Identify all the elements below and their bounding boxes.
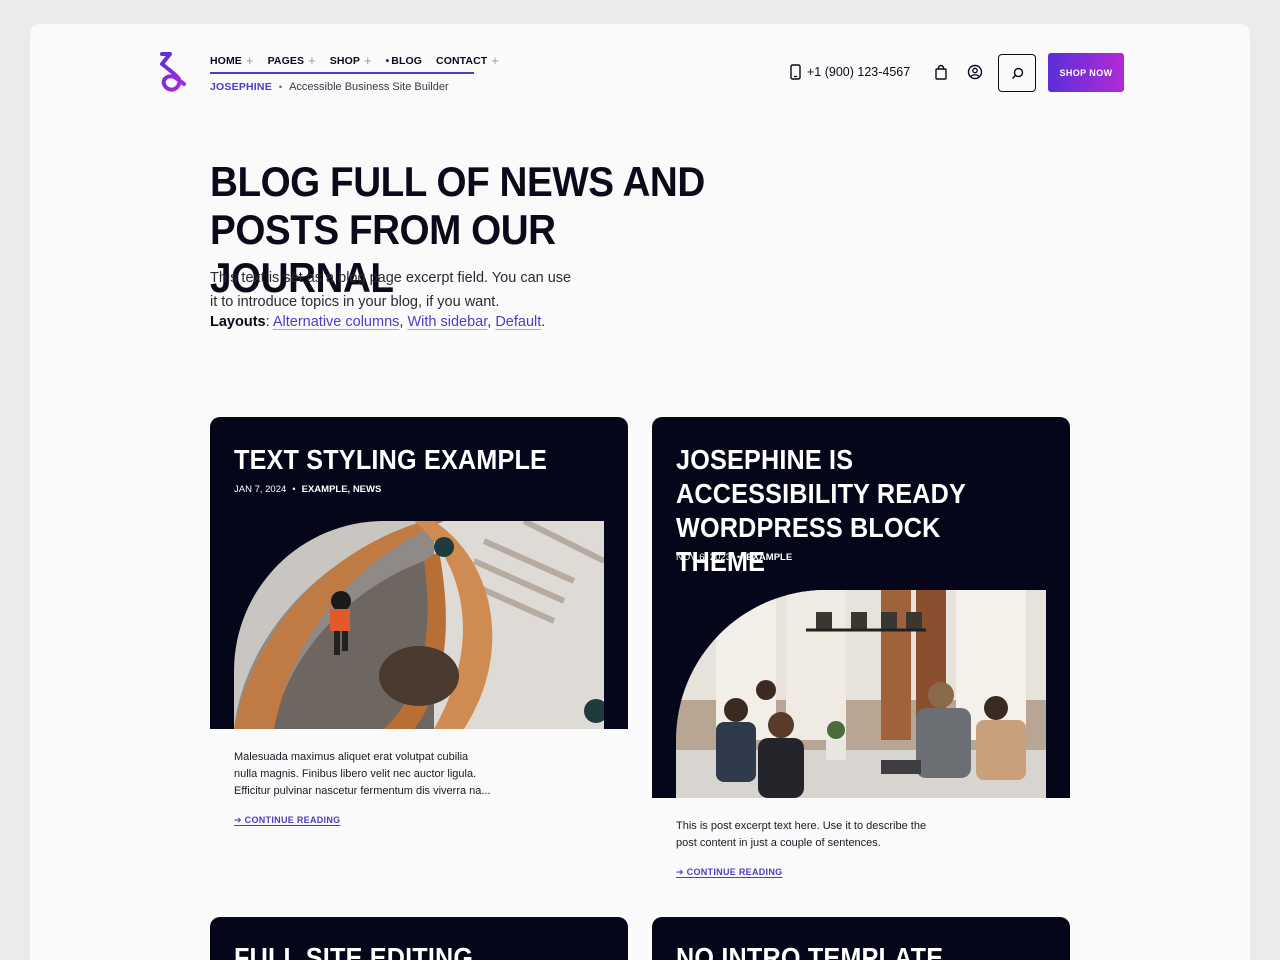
blog-excerpt: This text is set as a blog page excerpt … xyxy=(210,267,610,314)
post-excerpt-line-2: nulla magnis. Finibus libero velit nec a… xyxy=(234,768,477,780)
search-button[interactable] xyxy=(998,54,1036,92)
post-excerpt-line-1: Malesuada maximus aliquet erat volutpat … xyxy=(234,751,469,763)
meeting-room-image xyxy=(676,590,1046,798)
post-title[interactable]: TEXT STYLING EXAMPLE xyxy=(234,443,558,477)
post-excerpt-line-2: post content in just a couple of sentenc… xyxy=(676,837,881,849)
post-card: JOSEPHINE IS ACCESSIBILITY READY WORDPRE… xyxy=(652,417,1070,798)
plus-icon: + xyxy=(245,53,254,68)
post-title-line-2: ACCESSIBILITY READY xyxy=(676,478,966,509)
user-icon[interactable] xyxy=(967,64,983,80)
nav-item-blog[interactable]: • BLOG xyxy=(386,55,422,67)
post-meta: NOV 6, 2023 • EXAMPLE xyxy=(676,552,792,563)
page-frame: HOME + PAGES + SHOP + • BLOG CONTACT + JOSEPH… xyxy=(30,24,1250,960)
staircase-image xyxy=(234,521,604,729)
phone-number: +1 (900) 123-4567 xyxy=(807,65,911,79)
site-brand[interactable]: JOSEPHINE xyxy=(210,81,272,93)
post-image[interactable] xyxy=(676,590,1046,798)
search-icon xyxy=(1011,67,1023,79)
post-excerpt-line-3: Efficitur pulvinar nascetur fermentum di… xyxy=(234,785,491,797)
post-excerpt: This is post excerpt text here. Use it t… xyxy=(676,818,976,852)
current-dot-icon: • xyxy=(385,55,390,67)
nav-item-shop[interactable]: SHOP + xyxy=(330,53,372,68)
shop-now-button[interactable]: SHOP NOW xyxy=(1048,53,1124,92)
layout-link-alternative-columns[interactable]: Alternative columns xyxy=(273,314,400,330)
separator-dot: • xyxy=(736,552,741,563)
page-title-line-1: BLOG FULL OF NEWS AND xyxy=(210,158,705,205)
post-excerpt-line-1: This is post excerpt text here. Use it t… xyxy=(676,820,927,832)
layout-link-default[interactable]: Default xyxy=(495,314,541,330)
main-nav: HOME + PAGES + SHOP + • BLOG CONTACT + xyxy=(210,50,499,74)
plus-icon: + xyxy=(491,53,499,68)
continue-reading-link[interactable]: ➔ CONTINUE READING xyxy=(234,815,340,826)
post-meta: JAN 7, 2024 • EXAMPLE, NEWS xyxy=(234,484,381,495)
post-tags[interactable]: EXAMPLE, NEWS xyxy=(302,484,382,495)
post-date: NOV 6, 2023 xyxy=(676,552,731,563)
bag-icon[interactable] xyxy=(933,64,949,80)
post-title-line-1: JOSEPHINE IS xyxy=(676,444,854,475)
blog-excerpt-line-1: This text is set as a blog page excerpt … xyxy=(210,270,572,286)
post-tags[interactable]: EXAMPLE xyxy=(746,552,792,563)
post-date: JAN 7, 2024 xyxy=(234,484,287,495)
plus-icon: + xyxy=(363,53,372,68)
post-image[interactable] xyxy=(234,521,604,729)
plus-icon: + xyxy=(308,53,316,68)
blog-excerpt-line-2: it to introduce topics in your blog, if … xyxy=(210,293,500,310)
post-card: FULL SITE EDITING xyxy=(210,917,628,960)
nav-item-pages[interactable]: PAGES + xyxy=(268,53,316,68)
separator-dot: • xyxy=(292,484,296,495)
post-title[interactable]: NO INTRO TEMPLATE xyxy=(676,941,1000,960)
phone-icon xyxy=(790,64,801,80)
nav-item-contact[interactable]: CONTACT + xyxy=(436,53,499,68)
post-excerpt: Malesuada maximus aliquet erat volutpat … xyxy=(234,749,524,800)
phone-link[interactable]: +1 (900) 123-4567 xyxy=(790,64,910,80)
site-tagline: Accessible Business Site Builder xyxy=(289,81,449,93)
separator-dot: • xyxy=(278,82,283,92)
josephine-logo-icon[interactable] xyxy=(156,50,190,94)
post-title[interactable]: FULL SITE EDITING xyxy=(234,941,558,960)
post-card: NO INTRO TEMPLATE xyxy=(652,917,1070,960)
post-card: TEXT STYLING EXAMPLE JAN 7, 2024 • EXAMP… xyxy=(210,417,628,729)
nav-item-home[interactable]: HOME + xyxy=(210,53,254,68)
layouts-row: Layouts: Alternative columns, With sideb… xyxy=(210,314,546,330)
site-tagline-row: JOSEPHINE • Accessible Business Site Bui… xyxy=(210,81,449,93)
layout-link-with-sidebar[interactable]: With sidebar xyxy=(407,314,487,330)
post-title-line-3: WORDPRESS BLOCK THEME xyxy=(676,512,941,577)
layouts-label: Layouts xyxy=(210,314,266,330)
continue-reading-link[interactable]: ➔ CONTINUE READING xyxy=(676,867,782,878)
